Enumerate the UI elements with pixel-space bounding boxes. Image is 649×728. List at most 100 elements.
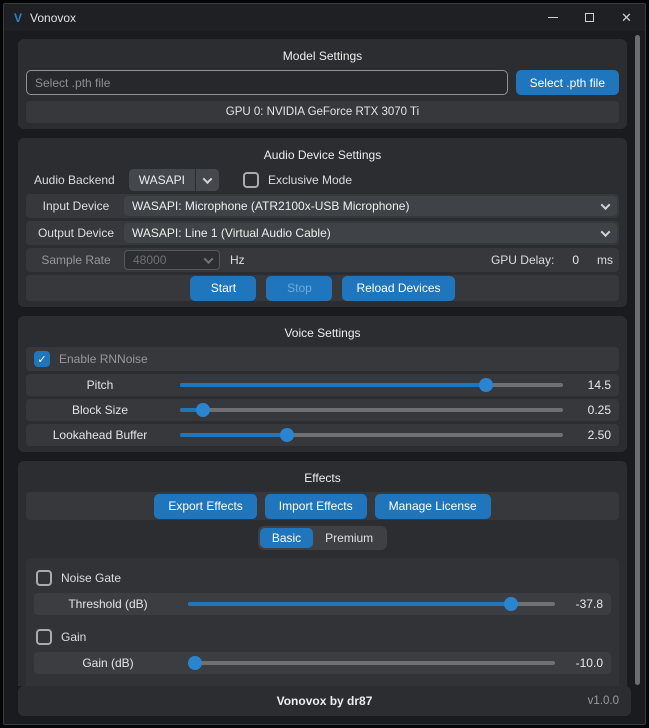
minimize-button[interactable] [534, 4, 571, 31]
maximize-button[interactable] [571, 4, 608, 31]
slider-handle[interactable] [504, 597, 518, 611]
maximize-icon [585, 13, 594, 22]
footer-version: v1.0.0 [588, 695, 619, 707]
chevron-down-icon [203, 174, 213, 184]
threshold-value: -37.8 [561, 597, 603, 611]
input-device-label: Input Device [28, 199, 124, 213]
pitch-row: Pitch 14.5 [26, 374, 619, 396]
footer: Vonovox by dr87 v1.0.0 [18, 686, 631, 716]
window-title: Vonovox [30, 11, 76, 25]
voice-settings-title: Voice Settings [26, 322, 619, 347]
exclusive-mode-checkbox[interactable]: ✓ [243, 172, 259, 188]
gpu-delay-value: 0 [572, 253, 579, 267]
app-logo-icon: V [14, 11, 22, 25]
transport-row: Start Stop Reload Devices [26, 275, 619, 301]
footer-wrap: Vonovox by dr87 v1.0.0 [4, 686, 645, 724]
gain-label: Gain [61, 630, 86, 644]
manage-license-button[interactable]: Manage License [375, 494, 491, 519]
footer-credit: Vonovox by dr87 [277, 694, 373, 708]
chevron-down-icon [203, 254, 213, 264]
sample-rate-value: 48000 [125, 253, 197, 267]
effects-section: Effects Export Effects Import Effects Ma… [18, 461, 627, 686]
effects-tabs-row: Basic Premium [26, 526, 619, 550]
noise-gate-row: ✓ Noise Gate [34, 566, 611, 590]
audio-backend-dropdown[interactable]: WASAPI [129, 169, 219, 191]
output-device-label: Output Device [28, 226, 124, 240]
audio-settings-title: Audio Device Settings [26, 144, 619, 169]
lookahead-label: Lookahead Buffer [34, 428, 166, 442]
reload-devices-button[interactable]: Reload Devices [342, 276, 454, 301]
audio-backend-label: Audio Backend [34, 173, 115, 187]
gpu-delay-label: GPU Delay: [491, 253, 554, 267]
lookahead-row: Lookahead Buffer 2.50 [26, 424, 619, 446]
gpu-info: GPU 0: NVIDIA GeForce RTX 3070 Ti [26, 101, 619, 123]
gain-row: ✓ Gain [34, 625, 611, 649]
pitch-label: Pitch [34, 378, 166, 392]
output-device-row: Output Device WASAPI: Line 1 (Virtual Au… [26, 221, 619, 245]
import-effects-button[interactable]: Import Effects [265, 494, 367, 519]
tab-basic[interactable]: Basic [260, 528, 313, 548]
input-device-value: WASAPI: Microphone (ATR2100x-USB Microph… [132, 199, 409, 213]
slider-handle[interactable] [196, 403, 210, 417]
block-size-value: 0.25 [569, 403, 611, 417]
lookahead-value: 2.50 [569, 428, 611, 442]
rnnoise-row: ✓ Enable RNNoise [26, 347, 619, 371]
lookahead-slider[interactable] [166, 424, 569, 446]
threshold-label: Threshold (dB) [42, 597, 174, 611]
noise-gate-group: ✓ Noise Gate Threshold (dB) -37.8 [34, 566, 611, 615]
gain-checkbox[interactable]: ✓ [36, 629, 52, 645]
gain-db-slider[interactable] [174, 652, 561, 674]
model-file-input[interactable] [26, 70, 508, 95]
chevron-down-icon [601, 200, 611, 210]
block-size-slider[interactable] [166, 399, 569, 421]
model-file-row: Select .pth file [26, 70, 619, 95]
select-pth-button[interactable]: Select .pth file [516, 70, 619, 95]
minimize-icon [548, 17, 558, 18]
exclusive-mode-label: Exclusive Mode [268, 173, 352, 187]
noise-gate-checkbox[interactable]: ✓ [36, 570, 52, 586]
stop-button[interactable]: Stop [266, 276, 332, 301]
scrollbar-thumb[interactable] [635, 35, 640, 685]
gain-group: ✓ Gain Gain (dB) -10.0 [34, 625, 611, 674]
pitch-value: 14.5 [569, 378, 611, 392]
gain-db-row: Gain (dB) -10.0 [34, 652, 611, 674]
threshold-row: Threshold (dB) -37.8 [34, 593, 611, 615]
audio-backend-value: WASAPI [129, 173, 195, 187]
block-size-label: Block Size [34, 403, 166, 417]
main-content: Model Settings Select .pth file GPU 0: N… [4, 31, 645, 686]
pitch-slider[interactable] [166, 374, 569, 396]
threshold-slider[interactable] [174, 593, 561, 615]
input-device-dropdown[interactable]: WASAPI: Microphone (ATR2100x-USB Microph… [124, 196, 617, 216]
slider-handle[interactable] [188, 656, 202, 670]
slider-handle[interactable] [479, 378, 493, 392]
close-button[interactable]: ✕ [608, 4, 645, 31]
sample-rate-row: Sample Rate 48000 Hz GPU Delay: 0 ms [26, 248, 619, 272]
app-window: V Vonovox ✕ Model Settings Select .pth f… [3, 3, 646, 725]
sample-rate-dropdown[interactable]: 48000 [124, 250, 220, 270]
model-settings-section: Model Settings Select .pth file GPU 0: N… [18, 39, 627, 129]
audio-backend-row: Audio Backend WASAPI ✓ Exclusive Mode [26, 169, 619, 191]
noise-gate-label: Noise Gate [61, 571, 121, 585]
input-device-row: Input Device WASAPI: Microphone (ATR2100… [26, 194, 619, 218]
gain-db-value: -10.0 [561, 656, 603, 670]
output-device-dropdown[interactable]: WASAPI: Line 1 (Virtual Audio Cable) [124, 223, 617, 243]
sample-rate-unit: Hz [230, 253, 245, 267]
export-effects-button[interactable]: Export Effects [154, 494, 256, 519]
rnnoise-checkbox[interactable]: ✓ [34, 351, 50, 367]
titlebar: V Vonovox ✕ [4, 4, 645, 31]
audio-settings-section: Audio Device Settings Audio Backend WASA… [18, 138, 627, 307]
block-size-row: Block Size 0.25 [26, 399, 619, 421]
effects-tabs: Basic Premium [258, 526, 387, 550]
chevron-down-icon [601, 227, 611, 237]
window-controls: ✕ [534, 4, 645, 31]
model-settings-title: Model Settings [26, 45, 619, 70]
voice-settings-section: Voice Settings ✓ Enable RNNoise Pitch 14… [18, 316, 627, 452]
gpu-delay-unit: ms [597, 253, 613, 267]
effects-actions-row: Export Effects Import Effects Manage Lic… [26, 492, 619, 520]
tab-premium[interactable]: Premium [313, 528, 385, 548]
start-button[interactable]: Start [190, 276, 256, 301]
output-device-value: WASAPI: Line 1 (Virtual Audio Cable) [132, 226, 331, 240]
slider-handle[interactable] [280, 428, 294, 442]
close-icon: ✕ [621, 11, 632, 24]
effects-title: Effects [26, 467, 619, 492]
